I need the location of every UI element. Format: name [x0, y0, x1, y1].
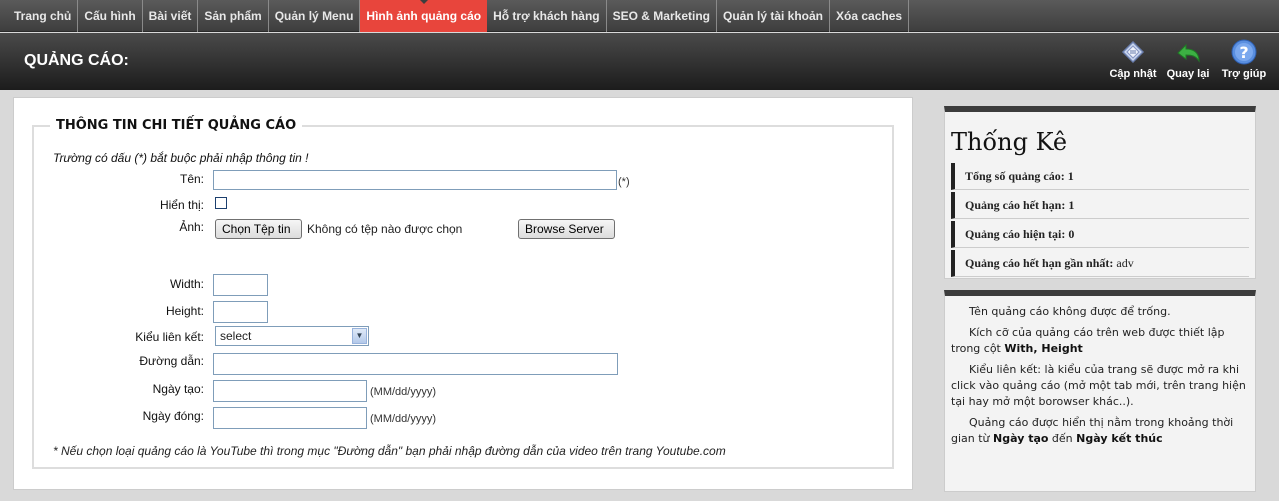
stat-row-latest-expired: Quảng cáo hết hạn gần nhất: adv — [951, 250, 1249, 277]
name-label: Tên: — [179, 172, 204, 186]
created-date-input[interactable] — [213, 380, 367, 402]
help-text-2b: With, Height — [1004, 342, 1083, 355]
width-input[interactable] — [213, 274, 268, 296]
stat-label-expired: Quảng cáo hết hạn: — [965, 198, 1066, 212]
page-title: QUẢNG CÁO: — [24, 52, 129, 69]
update-button[interactable]: Cập nhật — [1103, 39, 1163, 80]
header-bar: QUẢNG CÁO: Cập nhật Quay lại ? Trợ giúp — [0, 33, 1279, 90]
fieldset-legend: THÔNG TIN CHI TIẾT QUẢNG CÁO — [56, 118, 297, 133]
stat-label-latest-expired: Quảng cáo hết hạn gần nhất: — [965, 256, 1114, 270]
back-button[interactable]: Quay lại — [1158, 39, 1218, 80]
nav-item-menu[interactable]: Quản lý Menu — [269, 0, 361, 32]
nav-item-ads[interactable]: Hình ảnh quảng cáo — [360, 0, 488, 32]
help-panel: Tên quảng cáo không được để trống. Kích … — [944, 290, 1256, 492]
help-label: Trợ giúp — [1221, 68, 1267, 80]
main-panel: THÔNG TIN CHI TIẾT QUẢNG CÁO Trường có d… — [13, 97, 913, 490]
update-icon — [1121, 40, 1145, 64]
stat-value-expired: 1 — [1068, 198, 1075, 212]
stat-label-current: Quảng cáo hiện tại: — [965, 227, 1066, 241]
top-navigation: Trang chủ Cấu hình Bài viết Sản phẩm Quả… — [0, 0, 1279, 32]
image-label: Ảnh: — [179, 220, 204, 234]
stats-panel: Thống Kê Tổng số quảng cáo: 1 Quảng cáo … — [944, 106, 1256, 279]
no-file-text: Không có tệp nào được chọn — [307, 222, 463, 236]
nav-item-products[interactable]: Sản phẩm — [198, 0, 269, 32]
path-label: Đường dẫn: — [139, 354, 204, 368]
nav-item-home[interactable]: Trang chủ — [8, 0, 79, 32]
closed-date-input[interactable] — [213, 407, 367, 429]
svg-text:?: ? — [1239, 43, 1248, 62]
nav-item-seo[interactable]: SEO & Marketing — [607, 0, 717, 32]
nav-item-support[interactable]: Hỗ trợ khách hàng — [487, 0, 607, 32]
stat-label-total: Tổng số quảng cáo: — [965, 169, 1065, 183]
path-input[interactable] — [213, 353, 618, 375]
help-text-2: Kích cỡ của quảng cáo trên web được thiế… — [951, 325, 1250, 357]
help-text-3: Kiểu liên kết: là kiểu của trang sẽ được… — [951, 363, 1246, 408]
height-input[interactable] — [213, 301, 268, 323]
help-text-4b: Ngày tạo — [993, 432, 1049, 445]
help-button[interactable]: ? Trợ giúp — [1214, 39, 1274, 80]
stat-row-current: Quảng cáo hiện tại: 0 — [951, 221, 1249, 248]
chevron-down-icon[interactable]: ▼ — [352, 328, 367, 344]
height-label: Height: — [165, 304, 204, 318]
nav-item-clear-caches[interactable]: Xóa caches — [830, 0, 910, 32]
required-note: Trường có dấu (*) bắt buộc phải nhập thô… — [53, 151, 309, 165]
youtube-footnote: * Nếu chọn loại quảng cáo là YouTube thì… — [53, 444, 726, 458]
required-mark: (*) — [618, 176, 630, 188]
created-date-label: Ngày tạo: — [152, 382, 204, 396]
choose-file-button[interactable]: Chọn Tệp tin — [215, 219, 302, 239]
stat-row-expired: Quảng cáo hết hạn: 1 — [951, 192, 1249, 219]
width-label: Width: — [169, 277, 204, 291]
update-label: Cập nhật — [1109, 68, 1157, 80]
help-text-4d: Ngày kết thúc — [1076, 432, 1163, 445]
back-arrow-icon — [1177, 43, 1200, 63]
nav-item-articles[interactable]: Bài viết — [143, 0, 199, 32]
stat-value-total: 1 — [1067, 169, 1074, 183]
back-label: Quay lại — [1166, 68, 1210, 80]
name-input[interactable] — [213, 170, 617, 190]
help-text-2a: Kích cỡ của quảng cáo trên web được thiế… — [951, 326, 1225, 355]
nav-item-accounts[interactable]: Quản lý tài khoản — [717, 0, 831, 32]
created-date-format: (MM/dd/yyyy) — [370, 386, 436, 398]
visible-checkbox[interactable] — [215, 197, 227, 209]
link-type-label: Kiểu liên kết: — [135, 330, 204, 344]
browse-server-button[interactable]: Browse Server — [518, 219, 615, 239]
link-type-value: select — [220, 329, 252, 343]
help-text-4: Quảng cáo được hiển thị nằm trong khoảng… — [951, 415, 1250, 447]
stats-title: Thống Kê — [951, 128, 1068, 156]
stat-value-latest-expired: adv — [1116, 256, 1134, 270]
closed-date-format: (MM/dd/yyyy) — [370, 413, 436, 425]
stat-row-total: Tổng số quảng cáo: 1 — [951, 163, 1249, 190]
help-text-4c: đến — [1048, 432, 1077, 445]
help-icon: ? — [1231, 39, 1257, 65]
visible-label: Hiển thị: — [159, 198, 204, 212]
stat-value-current: 0 — [1068, 227, 1075, 241]
nav-item-config[interactable]: Cấu hình — [78, 0, 143, 32]
help-text-1: Tên quảng cáo không được để trống. — [969, 305, 1171, 318]
link-type-select[interactable]: select ▼ — [215, 326, 369, 346]
closed-date-label: Ngày đóng: — [142, 409, 204, 423]
